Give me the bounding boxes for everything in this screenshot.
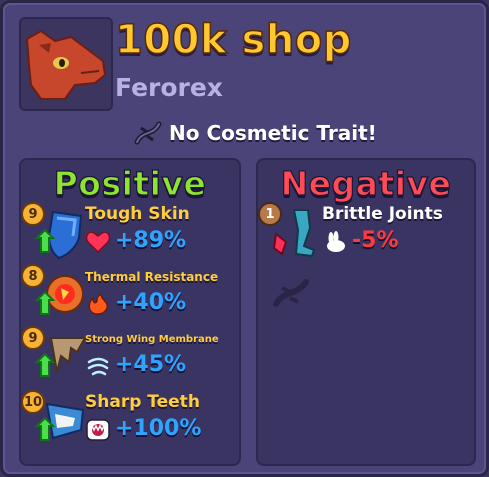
trait-name: Sharp Teeth bbox=[85, 392, 200, 412]
trait-value: +40% bbox=[115, 290, 187, 315]
trait-value: +45% bbox=[115, 352, 187, 377]
shop-card: 100k shop Ferorex No Cosmetic Trait! Pos… bbox=[0, 0, 489, 477]
level-badge: 8 bbox=[21, 264, 45, 288]
positive-trait-sharp-teeth[interactable]: 10 Sharp Teeth +100% bbox=[21, 390, 239, 454]
dna-icon bbox=[134, 121, 162, 145]
rabbit-icon bbox=[327, 231, 345, 252]
level-badge: 9 bbox=[21, 326, 45, 350]
creature-name: Ferorex bbox=[115, 73, 223, 102]
trait-name: Strong Wing Membrane bbox=[85, 334, 219, 345]
positive-panel: Positive 9 Tough Skin +89% 8 Thermal Res… bbox=[19, 158, 241, 466]
level-badge: 9 bbox=[21, 202, 45, 226]
negative-panel: Negative 1 Brittle Joints -5% bbox=[256, 158, 476, 466]
dna-icon bbox=[273, 279, 309, 307]
trait-name: Thermal Resistance bbox=[85, 270, 219, 284]
shop-title: 100k shop bbox=[114, 16, 352, 64]
trait-value: +89% bbox=[115, 228, 187, 253]
wind-icon bbox=[87, 357, 109, 376]
cosmetic-trait-row: No Cosmetic Trait! bbox=[133, 117, 377, 149]
trait-name: Brittle Joints bbox=[322, 204, 443, 224]
trait-value: -5% bbox=[352, 228, 399, 253]
positive-trait-tough-skin[interactable]: 9 Tough Skin +89% bbox=[21, 202, 239, 266]
heart-icon bbox=[85, 231, 111, 254]
bite-icon bbox=[86, 419, 110, 441]
dragon-head-icon bbox=[25, 29, 107, 100]
trait-value: +100% bbox=[115, 416, 202, 441]
negative-trait-brittle-joints[interactable]: 1 Brittle Joints -5% bbox=[258, 202, 476, 266]
level-badge: 1 bbox=[258, 202, 282, 226]
trait-name: Tough Skin bbox=[85, 204, 190, 224]
positive-trait-strong-wing-membrane[interactable]: 9 Strong Wing Membrane +45% bbox=[21, 326, 239, 390]
cosmetic-trait-label: No Cosmetic Trait! bbox=[169, 121, 377, 145]
fire-icon bbox=[88, 292, 109, 315]
creature-portrait bbox=[19, 17, 113, 111]
positive-trait-thermal-resistance[interactable]: 8 Thermal Resistance +40% bbox=[21, 264, 239, 328]
negative-title: Negative bbox=[280, 163, 452, 203]
level-badge: 10 bbox=[21, 390, 45, 414]
positive-title: Positive bbox=[53, 163, 207, 203]
